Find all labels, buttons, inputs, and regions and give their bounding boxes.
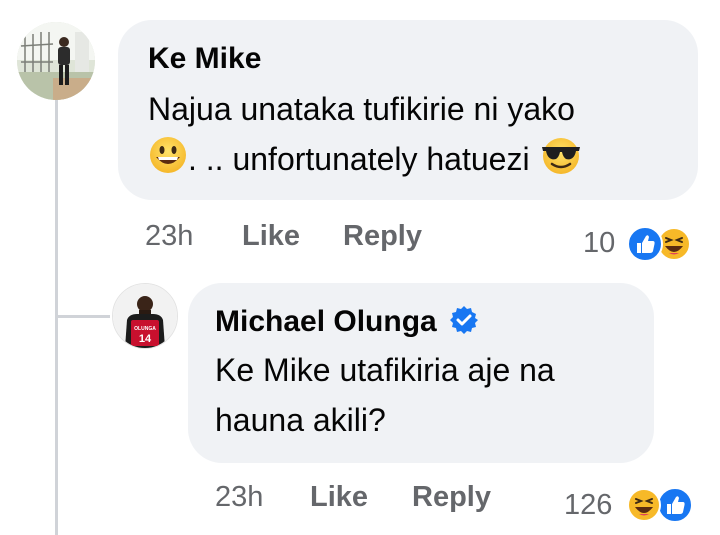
grinning-face-icon bbox=[148, 135, 188, 189]
comment-text-line-2: . .. unfortunately hatuezi bbox=[148, 134, 584, 189]
comment-text-line-2-text: . .. unfortunately hatuezi bbox=[188, 141, 530, 177]
reply-connector-line bbox=[58, 315, 110, 318]
comment-author[interactable]: Michael Olunga bbox=[215, 305, 479, 343]
like-button[interactable]: Like bbox=[242, 220, 300, 253]
avatar-photo-icon: OLUNGA 14 bbox=[113, 284, 177, 348]
reactions-summary[interactable] bbox=[624, 486, 696, 529]
verified-badge-icon bbox=[449, 305, 479, 343]
svg-text:14: 14 bbox=[139, 333, 152, 345]
like-icon bbox=[627, 226, 663, 262]
reactions-summary[interactable] bbox=[626, 225, 696, 268]
avatar-michael-olunga[interactable]: OLUNGA 14 bbox=[112, 283, 178, 349]
reaction-count[interactable]: 126 bbox=[564, 489, 612, 522]
reply-button[interactable]: Reply bbox=[412, 481, 491, 514]
reply-button[interactable]: Reply bbox=[343, 220, 422, 253]
svg-text:OLUNGA: OLUNGA bbox=[134, 326, 156, 332]
avatar-ke-mike[interactable] bbox=[17, 22, 95, 100]
comment-bubble-michael-olunga: Michael Olunga Ke Mike utafikiria aje na… bbox=[188, 283, 654, 463]
comment-text-line-1: Najua unataka tufikirie ni yako bbox=[148, 91, 575, 127]
sunglasses-face-icon bbox=[538, 135, 584, 189]
comment-author[interactable]: Ke Mike bbox=[148, 42, 261, 76]
like-icon bbox=[657, 487, 693, 523]
like-button[interactable]: Like bbox=[310, 481, 368, 514]
haha-icon bbox=[627, 488, 661, 522]
comment-timestamp[interactable]: 23h bbox=[145, 220, 193, 253]
comment-timestamp[interactable]: 23h bbox=[215, 481, 263, 514]
comment-author-name[interactable]: Michael Olunga bbox=[215, 305, 437, 338]
avatar-photo-icon bbox=[17, 22, 95, 100]
reaction-count[interactable]: 10 bbox=[583, 227, 615, 260]
comment-text-line-1: Ke Mike utafikiria aje na bbox=[215, 352, 555, 388]
comment-bubble-ke-mike: Ke Mike Najua unataka tufikirie ni yako … bbox=[118, 20, 698, 200]
comment-text-line-2: hauna akili? bbox=[215, 402, 386, 438]
